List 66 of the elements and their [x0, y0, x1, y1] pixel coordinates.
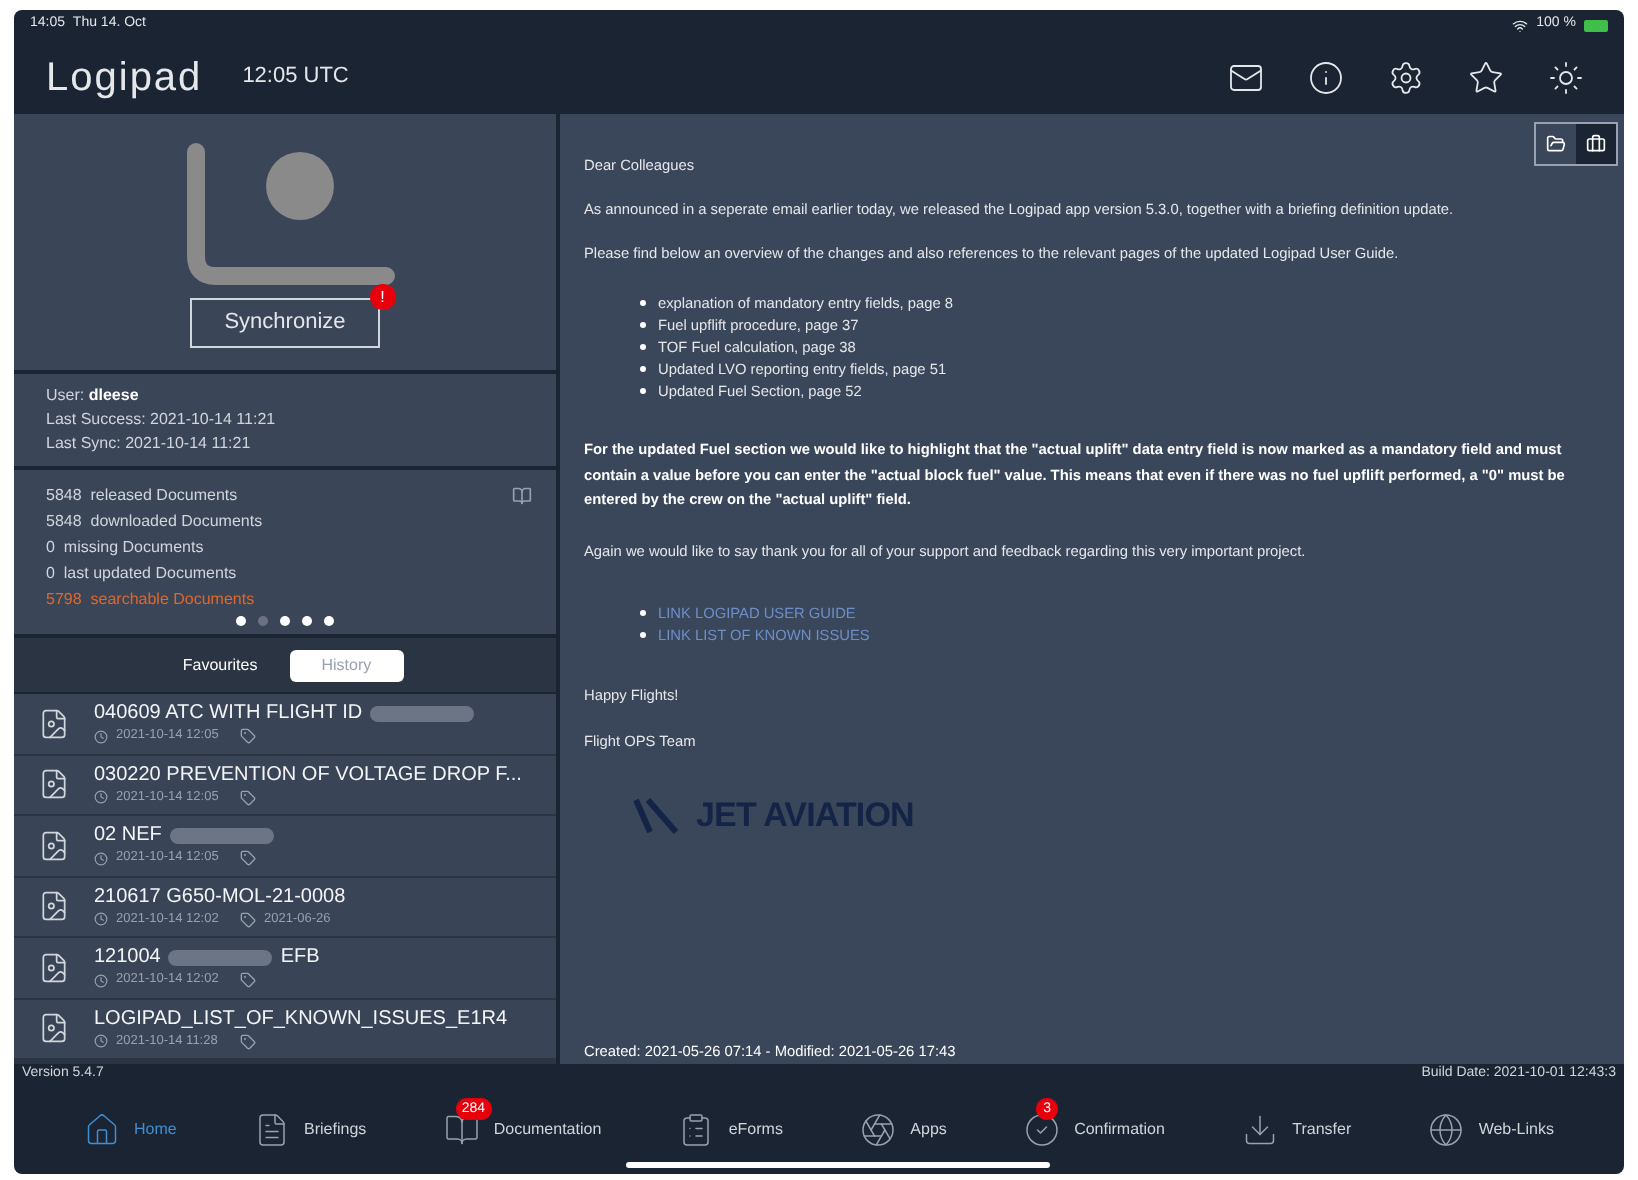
document-title: EFB [280, 944, 320, 971]
tag-icon [240, 1033, 256, 1050]
utc-time: 12:05 UTC [242, 62, 349, 93]
transfer-icon [1242, 1112, 1279, 1148]
tag-icon [240, 972, 256, 989]
redacted-blur [168, 949, 273, 966]
document-count: 0 last updated Documents [46, 562, 237, 586]
settings-icon[interactable] [1388, 59, 1424, 95]
last-sync: Last Sync: 2021-10-14 11:21 [46, 432, 253, 456]
clock-icon [94, 851, 108, 866]
clock-icon [94, 912, 108, 927]
eforms-icon [678, 1112, 715, 1148]
document-icon [38, 707, 70, 740]
document-count: 5798 searchable Documents [46, 588, 255, 612]
documentation-icon [443, 1112, 480, 1148]
brightness-icon[interactable] [1548, 59, 1584, 95]
weblinks-icon [1428, 1112, 1465, 1148]
redacted-blur [370, 705, 475, 722]
folder-icon [1546, 134, 1566, 154]
apps-icon [860, 1112, 897, 1148]
list-tab[interactable]: Favourites [166, 649, 274, 681]
document-icon [38, 829, 70, 862]
star-icon[interactable] [1468, 59, 1504, 95]
clock-icon [94, 973, 108, 988]
document-icon [38, 951, 70, 984]
tag-icon [240, 789, 256, 806]
document-title: LOGIPAD_LIST_OF_KNOWN_ISSUES_E1R4 [94, 1005, 508, 1032]
alert-badge: ! [369, 284, 396, 311]
tag-icon [240, 911, 256, 928]
briefcase-button[interactable] [1576, 124, 1616, 164]
tag-icon [240, 728, 256, 745]
tab-bar-item[interactable]: Briefings [254, 1112, 367, 1148]
redacted-blur [169, 827, 274, 844]
document-count: 5848 downloaded Documents [46, 510, 263, 534]
tag-icon [240, 850, 256, 867]
battery-icon [1584, 19, 1608, 31]
clock-icon [94, 790, 108, 805]
document-icon [38, 1012, 70, 1045]
user-name: User: dleese [46, 384, 141, 408]
tab-bar-item[interactable]: Home [84, 1112, 177, 1148]
document-count: 5848 released Documents [46, 484, 238, 508]
book-icon[interactable] [512, 486, 532, 506]
clock-icon [94, 729, 108, 744]
mail-icon[interactable] [1228, 59, 1264, 95]
document-title: 210617 G650-MOL-21-0008 [94, 883, 346, 910]
logipad-logo: Logipad [46, 53, 203, 103]
briefings-icon [254, 1112, 291, 1148]
info-icon[interactable] [1308, 59, 1344, 95]
clock-icon [94, 1034, 108, 1049]
tab-bar-item[interactable]: Web-Links [1428, 1112, 1554, 1148]
document-icon [38, 890, 70, 923]
last-success: Last Success: 2021-10-14 11:21 [46, 408, 278, 432]
confirmation-icon [1024, 1112, 1061, 1148]
document-count: 0 missing Documents [46, 536, 204, 560]
document-icon [38, 768, 70, 801]
tab-bar-item[interactable]: Apps [860, 1112, 947, 1148]
home-icon [84, 1112, 120, 1148]
synchronize-button[interactable]: Synchronize [190, 298, 380, 348]
wifi-icon [1512, 17, 1529, 33]
document-title: 121004 [94, 944, 161, 971]
document-title: 02 NEF [94, 822, 162, 849]
tab-bar-item[interactable]: Transfer [1242, 1112, 1352, 1148]
briefcase-icon [1586, 134, 1606, 154]
document-title: 030220 PREVENTION OF VOLTAGE DROP F... [94, 761, 522, 788]
tab-bar-item[interactable]: eForms [678, 1112, 783, 1148]
document-title: 040609 ATC WITH FLIGHT ID [94, 700, 363, 727]
